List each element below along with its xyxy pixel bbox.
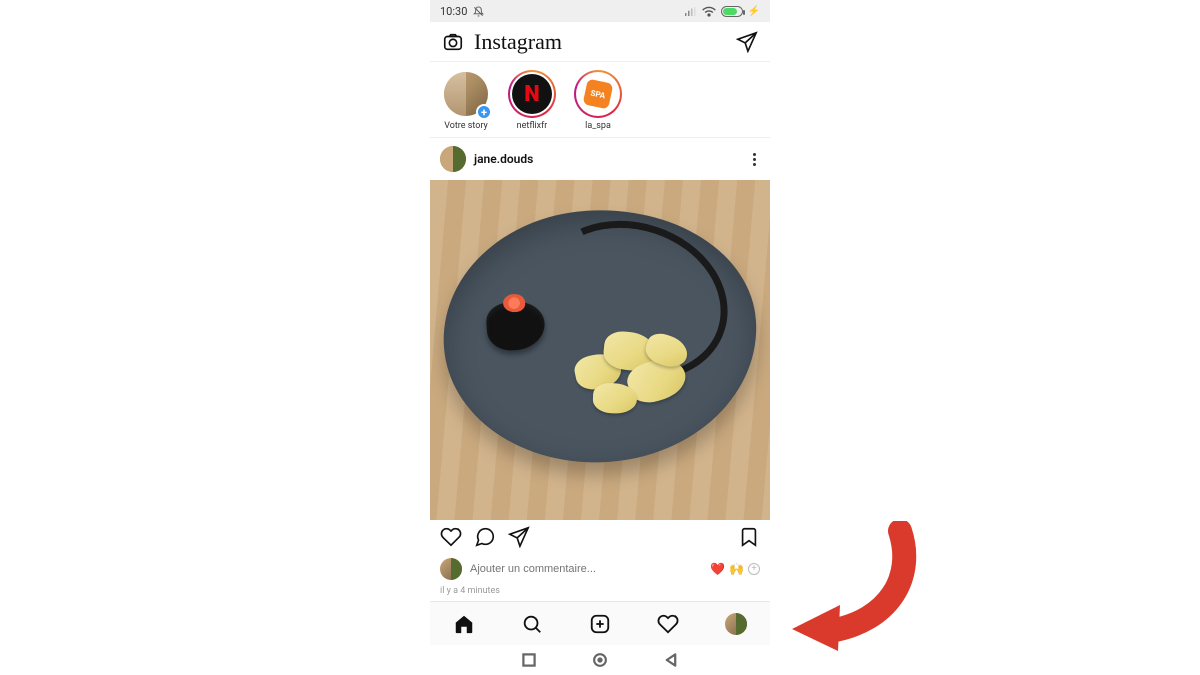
app-header: Instagram [430,22,770,62]
signal-icon [685,6,697,17]
profile-avatar [725,613,747,635]
android-home-icon[interactable] [592,652,608,668]
post-timestamp: il y a 4 minutes [430,584,770,601]
share-button[interactable] [508,526,530,552]
android-back-icon[interactable] [664,653,678,667]
emoji-more-icon[interactable]: + [748,563,760,575]
post-actions [430,520,770,554]
comment-input[interactable] [470,563,702,575]
netflix-avatar: N [512,74,552,114]
status-right: ⚡ [685,6,760,17]
story-label: Votre story [444,121,488,131]
charging-icon: ⚡ [748,6,760,17]
nav-profile[interactable] [725,613,747,635]
dnd-icon [473,6,484,17]
post-author[interactable]: jane.douds [440,146,533,172]
nav-home[interactable] [453,613,475,635]
image-food [572,328,706,429]
image-garnish [485,300,546,352]
post-header: jane.douds [430,138,770,180]
battery-icon [721,6,743,17]
story-label: la_spa [585,121,611,131]
quick-emoji-row: ❤️ 🙌 + [710,562,760,576]
comment-row: ❤️ 🙌 + [430,554,770,584]
messages-icon[interactable] [736,31,758,53]
story-label: netflixfr [517,121,548,131]
annotation-arrow [780,521,920,651]
camera-icon[interactable] [442,31,464,53]
emoji-heart[interactable]: ❤️ [710,562,725,576]
more-options-icon[interactable] [749,149,760,170]
android-nav [430,645,770,675]
nav-add[interactable] [589,613,611,635]
stories-row: + Votre story N netflixfr SPA la_spa [430,62,770,138]
phone-frame: 10:30 ⚡ Instagram [430,0,770,675]
status-left: 10:30 [440,5,484,18]
story-la-spa[interactable]: SPA la_spa [572,70,624,131]
feed: jane.douds [430,138,770,601]
post-username: jane.douds [474,152,533,166]
spa-avatar: SPA [578,74,618,114]
status-time: 10:30 [440,5,467,18]
nav-search[interactable] [521,613,543,635]
bottom-nav [430,601,770,645]
save-button[interactable] [738,526,760,552]
story-netflixfr[interactable]: N netflixfr [506,70,558,131]
add-story-badge: + [476,104,492,120]
story-your-story[interactable]: + Votre story [440,70,492,131]
app-logo: Instagram [474,29,562,55]
avatar [440,558,462,580]
emoji-hands[interactable]: 🙌 [729,562,744,576]
avatar [440,146,466,172]
status-bar: 10:30 ⚡ [430,0,770,22]
wifi-icon [702,6,716,17]
android-recent-icon[interactable] [522,653,536,667]
like-button[interactable] [440,526,462,552]
post-image[interactable] [430,180,770,520]
nav-activity[interactable] [657,613,679,635]
comment-button[interactable] [474,526,496,552]
